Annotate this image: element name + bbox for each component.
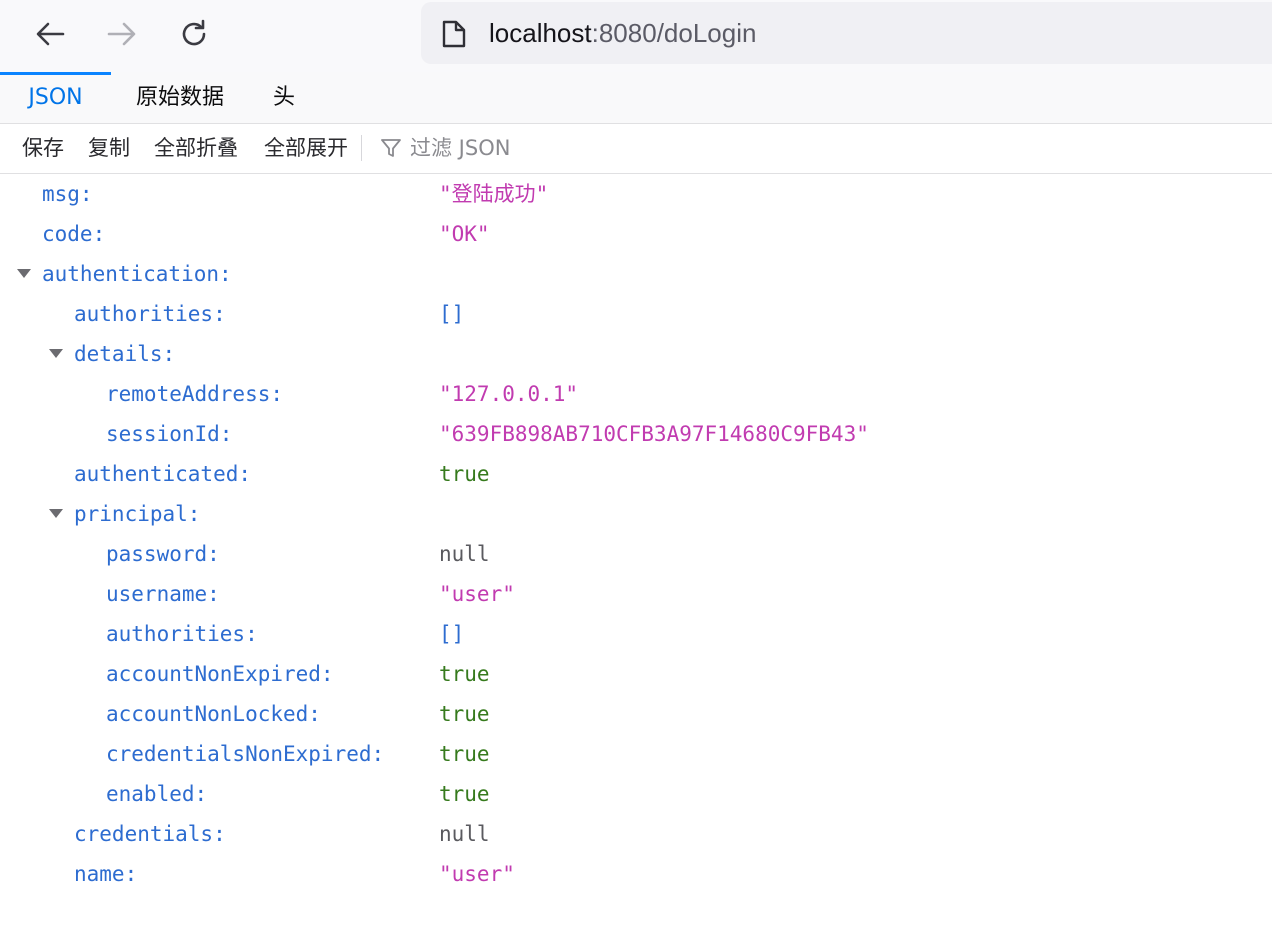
json-key: name: <box>74 862 138 886</box>
json-key: password: <box>106 542 220 566</box>
json-value: "登陆成功" <box>439 182 549 206</box>
json-value: true <box>439 742 490 766</box>
expand-all-button[interactable]: 全部展开 <box>264 124 348 172</box>
reload-icon <box>177 17 211 51</box>
json-row-session-id: sessionId: "639FB898AB710CFB3A97F14680C9… <box>0 414 1272 454</box>
json-row-credentials: credentials: null <box>0 814 1272 854</box>
json-row-code: code: "OK" <box>0 214 1272 254</box>
json-row-principal[interactable]: principal: <box>0 494 1272 534</box>
json-key: msg: <box>42 182 93 206</box>
json-key: sessionId: <box>106 422 233 446</box>
json-key: principal: <box>74 502 201 526</box>
json-value: true <box>439 462 490 486</box>
json-row-principal-authorities: authorities: [] <box>0 614 1272 654</box>
json-key: details: <box>74 342 176 366</box>
json-row-enabled: enabled: true <box>0 774 1272 814</box>
url-path: :8080/doLogin <box>591 18 757 48</box>
json-value: "user" <box>439 582 515 606</box>
json-row-details[interactable]: details: <box>0 334 1272 374</box>
json-value: "user" <box>439 862 515 886</box>
json-row-authenticated: authenticated: true <box>0 454 1272 494</box>
tab-json[interactable]: JSON <box>0 72 111 123</box>
json-row-msg: msg: "登陆成功" <box>0 174 1272 214</box>
json-value: "639FB898AB710CFB3A97F14680C9FB43" <box>439 422 869 446</box>
json-value: [] <box>439 302 465 326</box>
json-value: true <box>439 782 490 806</box>
json-row-remote-address: remoteAddress: "127.0.0.1" <box>0 374 1272 414</box>
url-text[interactable]: localhost:8080/doLogin <box>489 18 756 48</box>
collapse-all-button[interactable]: 全部折叠 <box>154 124 238 172</box>
collapse-triangle-icon[interactable] <box>49 349 63 358</box>
back-arrow-icon <box>33 17 67 51</box>
json-key: credentials: <box>74 822 226 846</box>
save-button[interactable]: 保存 <box>22 124 64 172</box>
url-host: localhost <box>489 18 592 48</box>
json-value: "OK" <box>439 222 490 246</box>
json-row-authentication[interactable]: authentication: <box>0 254 1272 294</box>
json-key: authorities: <box>74 302 226 326</box>
json-row-account-non-locked: accountNonLocked: true <box>0 694 1272 734</box>
json-key: remoteAddress: <box>106 382 284 406</box>
collapse-triangle-icon[interactable] <box>49 509 63 518</box>
forward-arrow-icon <box>105 17 139 51</box>
page-icon <box>441 19 467 53</box>
back-button[interactable] <box>30 14 70 54</box>
json-viewer-tabs: JSON 原始数据 头 <box>0 72 1272 124</box>
json-row-username: username: "user" <box>0 574 1272 614</box>
json-value: true <box>439 702 490 726</box>
json-row-authorities: authorities: [] <box>0 294 1272 334</box>
json-value: null <box>439 822 490 846</box>
copy-button[interactable]: 复制 <box>88 124 130 172</box>
json-value: [] <box>439 622 465 646</box>
json-row-credentials-non-expired: credentialsNonExpired: true <box>0 734 1272 774</box>
json-key: authentication: <box>42 262 232 286</box>
filter-placeholder: 过滤 JSON <box>410 136 511 160</box>
json-key: enabled: <box>106 782 208 806</box>
json-key: authorities: <box>106 622 258 646</box>
json-value: "127.0.0.1" <box>439 382 579 406</box>
json-value: null <box>439 542 490 566</box>
json-row-account-non-expired: accountNonExpired: true <box>0 654 1272 694</box>
json-row-password: password: null <box>0 534 1272 574</box>
json-key: username: <box>106 582 220 606</box>
json-key: accountNonLocked: <box>106 702 321 726</box>
forward-button[interactable] <box>102 14 142 54</box>
tab-headers[interactable]: 头 <box>258 72 310 123</box>
toolbar-divider <box>361 135 362 161</box>
browser-toolbar: localhost:8080/doLogin <box>0 0 1272 73</box>
json-key: accountNonExpired: <box>106 662 334 686</box>
reload-button[interactable] <box>174 14 214 54</box>
json-key: credentialsNonExpired: <box>106 742 385 766</box>
tab-raw-data[interactable]: 原始数据 <box>121 72 239 123</box>
json-row-name: name: "user" <box>0 854 1272 894</box>
address-bar[interactable]: localhost:8080/doLogin <box>421 2 1272 64</box>
collapse-triangle-icon[interactable] <box>17 269 31 278</box>
json-toolbar: 保存 复制 全部折叠 全部展开 过滤 JSON <box>0 124 1272 174</box>
json-key: authenticated: <box>74 462 252 486</box>
json-key: code: <box>42 222 106 246</box>
json-value: true <box>439 662 490 686</box>
